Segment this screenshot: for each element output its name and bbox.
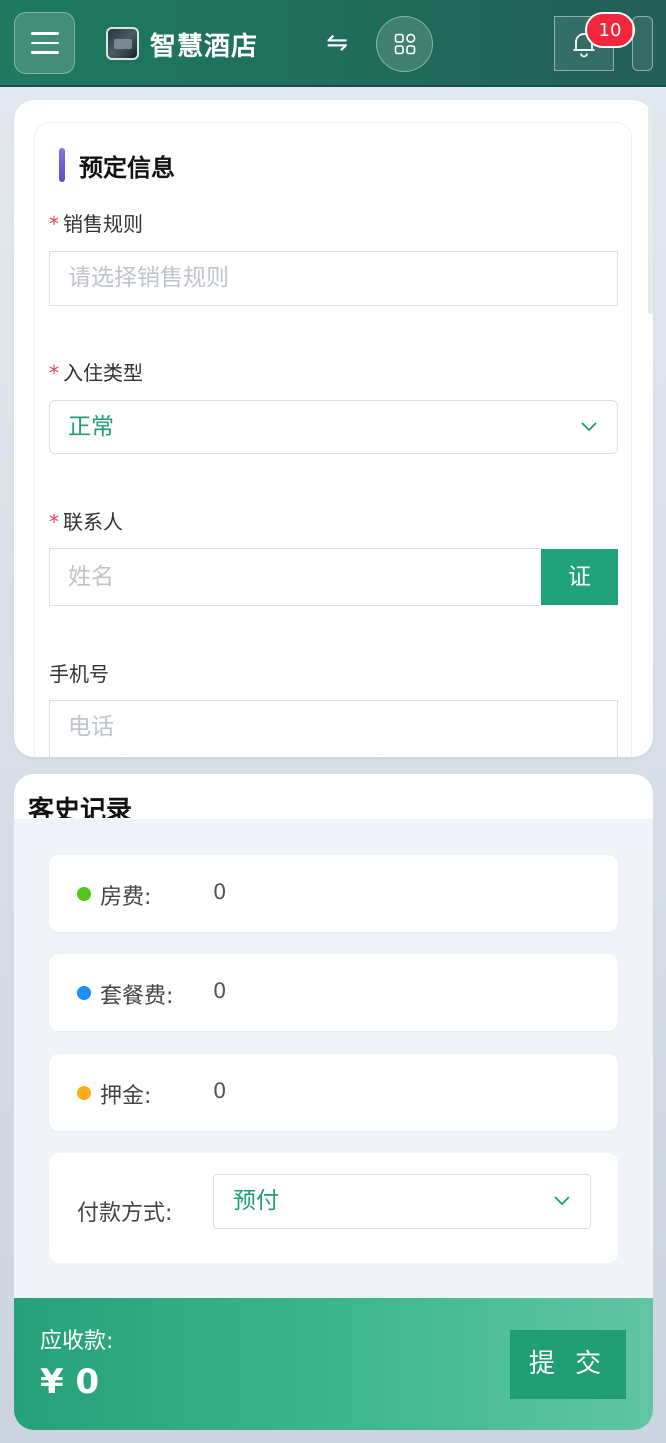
top-bar: 智慧酒店 ⇋ 10 [0,0,666,87]
apps-grid-icon[interactable] [376,16,433,72]
hotel-logo [106,27,139,60]
required-mark: * [49,510,59,534]
more-button[interactable] [632,16,653,71]
amount-due-label: 应收款: [40,1329,114,1354]
payment-method-row: 付款方式: 预付 [49,1153,618,1263]
id-card-button[interactable]: 证 [541,549,618,605]
checkin-type-value: 正常 [68,414,114,440]
fee-value: 0 [213,1079,227,1103]
fee-label: 押金: [100,1084,152,1109]
chevron-down-icon [554,1196,570,1206]
payment-method-value: 预付 [233,1188,279,1214]
menu-icon[interactable] [14,12,75,74]
payment-method-label: 付款方式: [77,1201,173,1226]
status-dot [77,986,91,1000]
scrollbar[interactable] [648,100,653,314]
notification-badge: 10 [585,12,635,48]
app-title: 智慧酒店 [150,32,259,62]
status-dot [77,887,91,901]
section-accent-bar [59,148,65,182]
submit-button[interactable]: 提 交 [510,1330,626,1399]
checkin-type-label: * 入住类型 [49,361,143,385]
package-fee-item: 套餐费: 0 [49,954,618,1031]
contact-label: * 联系人 [49,510,123,534]
phone-input[interactable]: 电话 [49,700,618,757]
room-fee-item: 房费: 0 [49,855,618,932]
contact-name-input[interactable]: 姓名 [49,548,542,606]
guest-history-title: 客史记录 [28,796,133,818]
fee-value: 0 [213,880,227,904]
section-title: 预定信息 [79,153,175,182]
sales-rule-label: * 销售规则 [49,212,143,236]
amount-due-value: ¥ 0 [40,1362,100,1402]
deposit-item: 押金: 0 [49,1054,618,1131]
sales-rule-select[interactable]: 请选择销售规则 [49,251,618,306]
phone-label: 手机号 [49,662,109,686]
required-mark: * [49,361,59,385]
payment-method-select[interactable]: 预付 [213,1174,591,1229]
fee-value: 0 [213,979,227,1003]
fee-label: 房费: [100,885,152,910]
required-mark: * [49,212,59,236]
booking-section-header: 预定信息 [59,148,175,182]
fee-label: 套餐费: [100,984,174,1009]
chevron-down-icon [581,422,597,432]
swap-icon[interactable]: ⇋ [322,26,352,60]
checkin-type-select[interactable]: 正常 [49,400,618,454]
status-dot [77,1086,91,1100]
